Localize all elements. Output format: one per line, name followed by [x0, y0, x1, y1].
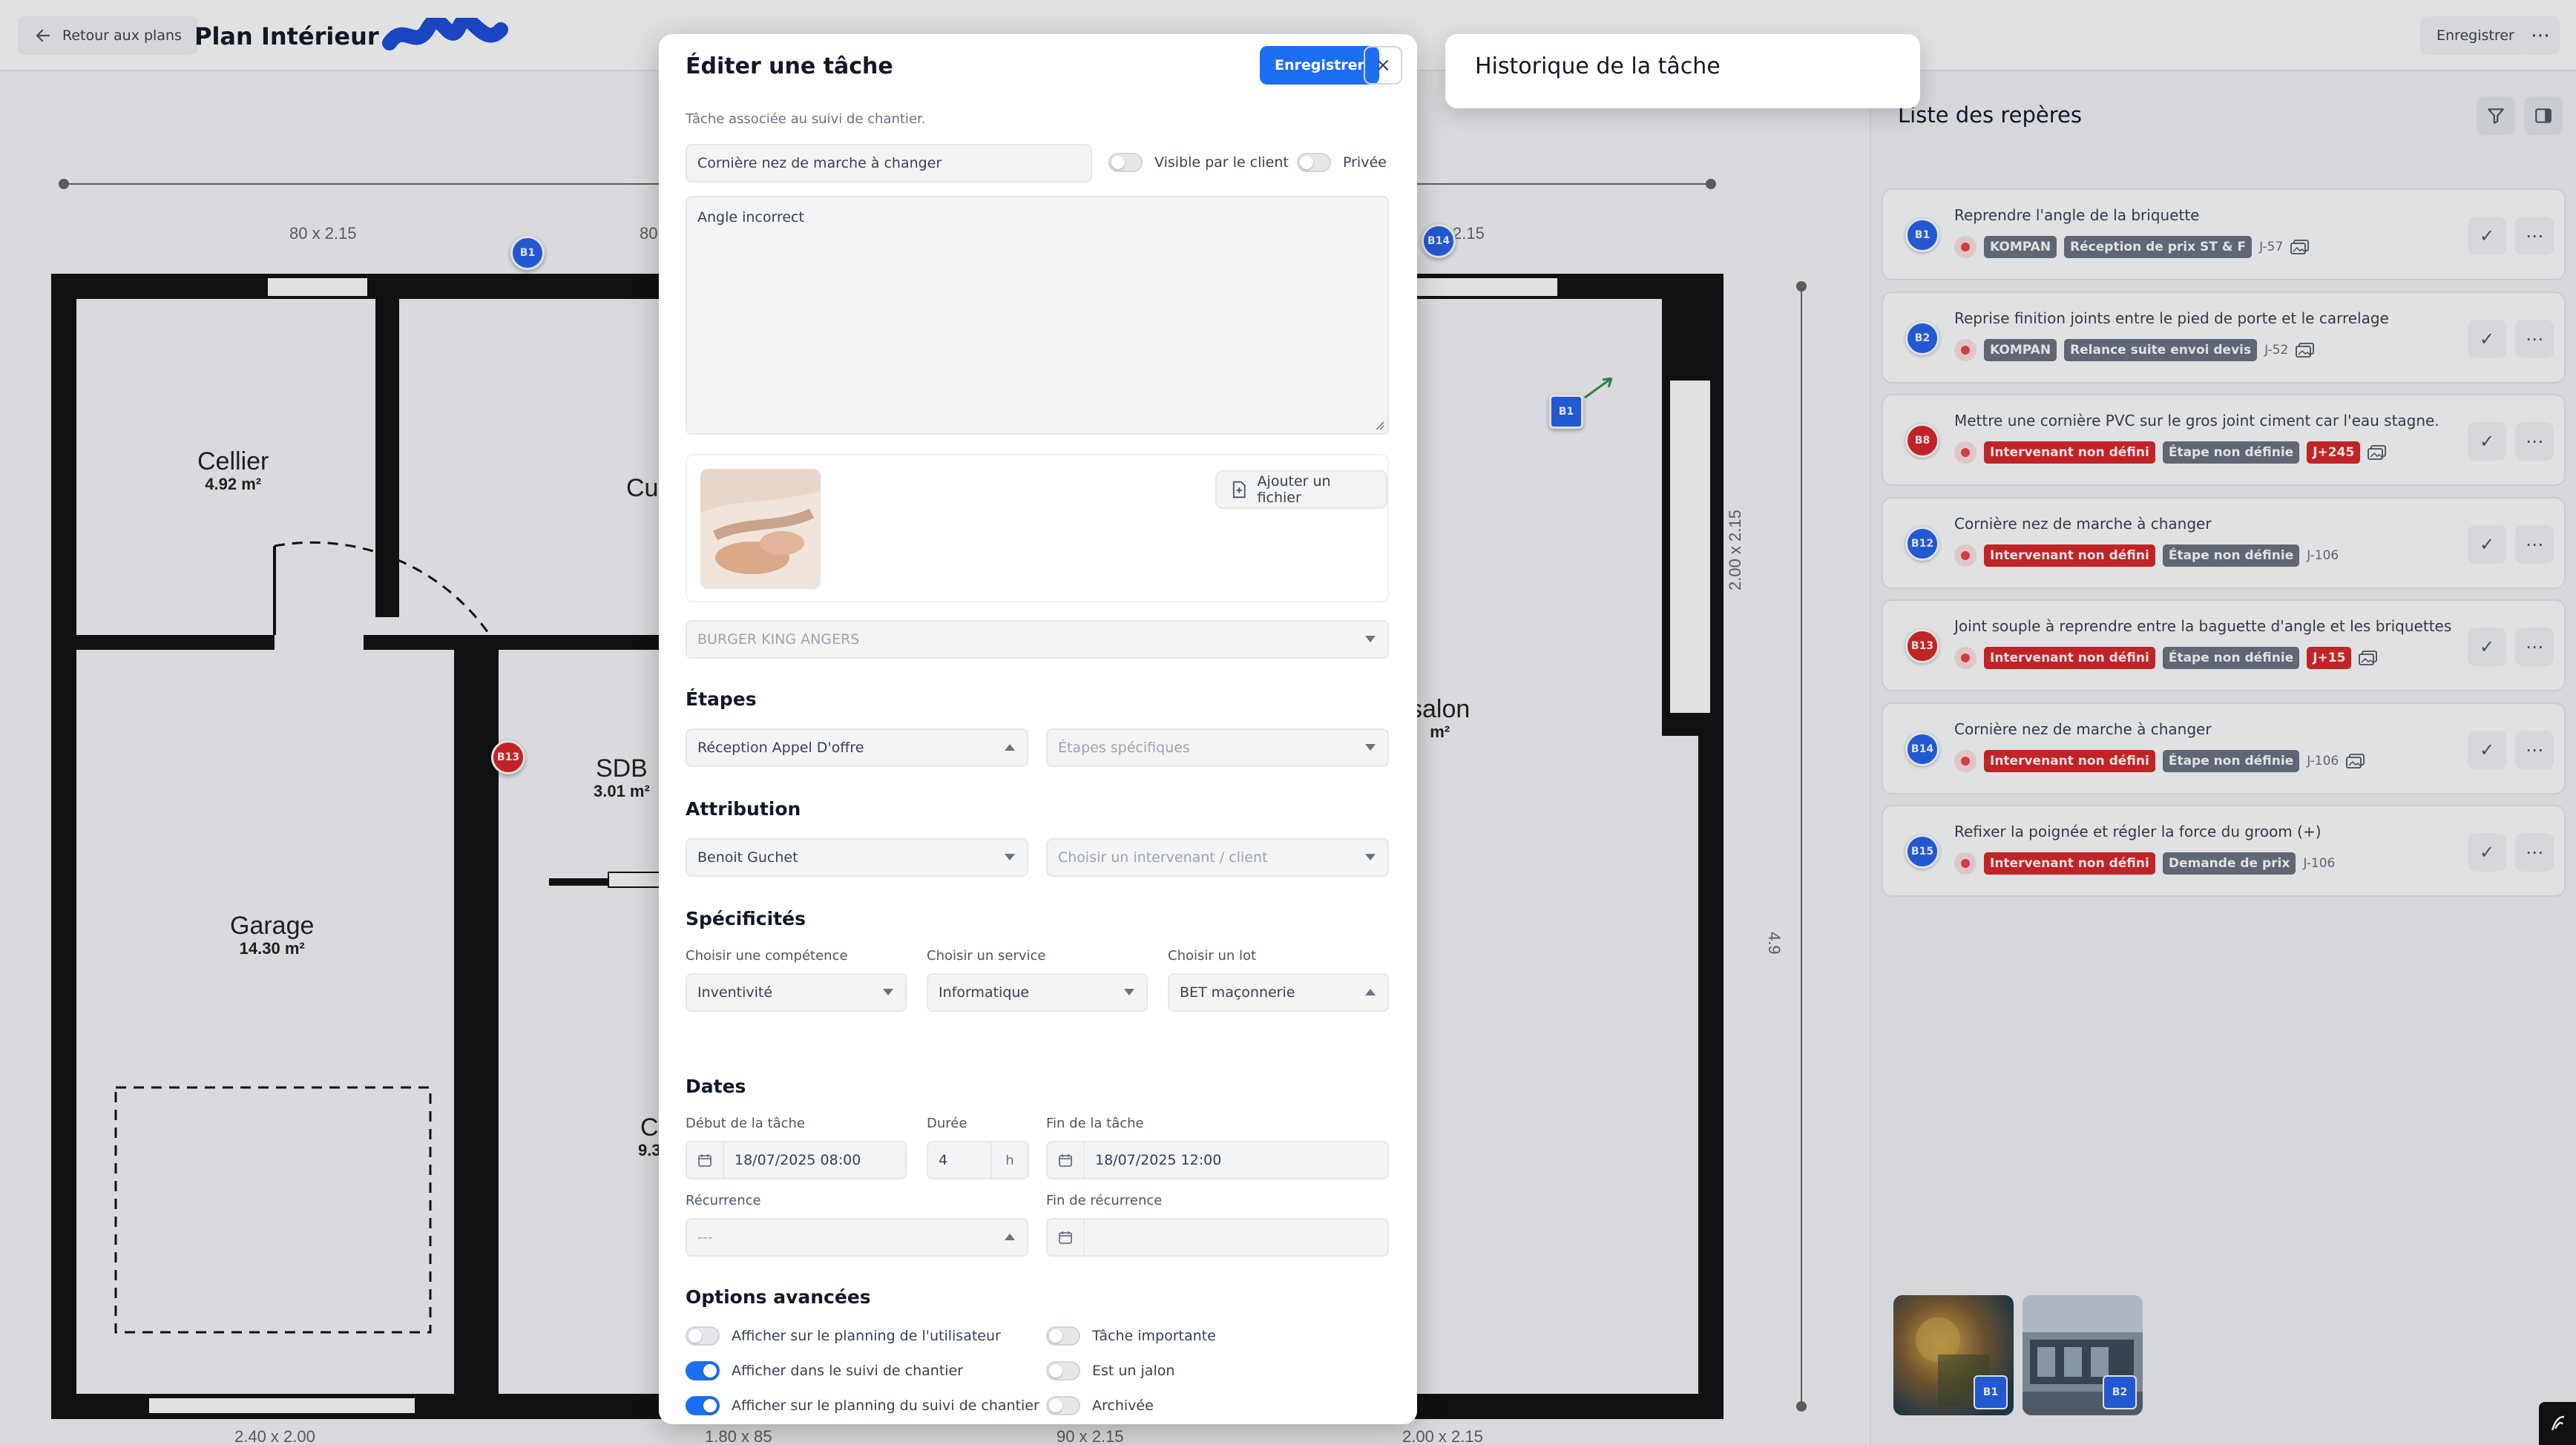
add-file-label: Ajouter un fichier: [1257, 473, 1331, 506]
advanced-option-toggle[interactable]: Afficher dans le suivi de chantier: [686, 1361, 963, 1380]
modal-subtitle: Tâche associée au suivi de chantier.: [686, 111, 926, 127]
calendar-icon: [687, 1142, 724, 1178]
chevron-up-icon: [1365, 989, 1376, 995]
visible-client-label: Visible par le client: [1154, 154, 1289, 171]
duration-input[interactable]: 4 h: [927, 1141, 1029, 1179]
toggle-switch[interactable]: [1108, 153, 1143, 172]
attachment-image: [700, 469, 821, 589]
chevron-down-icon: [1365, 854, 1376, 860]
end-date-input[interactable]: 18/07/2025 12:00: [1046, 1141, 1389, 1179]
specific-etapes-select[interactable]: Étapes spécifiques: [1046, 728, 1389, 767]
modal-save-button[interactable]: Enregistrer: [1260, 46, 1379, 85]
etape-select[interactable]: Réception Appel D'offre: [686, 728, 1028, 767]
modal-title: Éditer une tâche: [686, 53, 893, 79]
task-name-input[interactable]: Cornière nez de marche à changer: [686, 144, 1092, 182]
lot-label: Choisir un lot: [1168, 948, 1257, 964]
chevron-down-icon: [1365, 744, 1376, 751]
start-date-label: Début de la tâche: [686, 1116, 805, 1131]
chevron-down-icon: [1124, 989, 1134, 995]
advanced-option-label: Afficher sur le planning de l'utilisateu…: [732, 1328, 1001, 1344]
competence-label: Choisir une compétence: [686, 948, 848, 964]
resize-grip-icon[interactable]: [1374, 420, 1384, 430]
description-text: Angle incorrect: [697, 209, 804, 226]
chevron-up-icon: [1005, 744, 1015, 751]
task-history-title: Historique de la tâche: [1475, 53, 1721, 79]
add-file-button[interactable]: Ajouter un fichier: [1215, 470, 1387, 509]
attachments-area: Ajouter un fichier: [686, 454, 1389, 602]
duration-unit: h: [990, 1142, 1028, 1178]
chevron-down-icon: [1005, 854, 1015, 860]
private-label: Privée: [1343, 154, 1387, 171]
service-label: Choisir un service: [927, 948, 1046, 964]
task-history-panel: Historique de la tâche: [1445, 34, 1920, 108]
calendar-icon: [1048, 1219, 1085, 1255]
toggle-switch[interactable]: [1046, 1361, 1080, 1380]
dates-section-title: Dates: [686, 1076, 746, 1097]
etapes-section-title: Étapes: [686, 688, 757, 710]
toggle-switch[interactable]: [1046, 1396, 1080, 1415]
recurrence-end-label: Fin de récurrence: [1046, 1193, 1163, 1208]
toggle-switch[interactable]: [1046, 1326, 1080, 1346]
duration-label: Durée: [927, 1116, 967, 1131]
calendar-icon: [1048, 1142, 1085, 1178]
competence-select[interactable]: Inventivité: [686, 973, 907, 1012]
recurrence-select[interactable]: ---: [686, 1218, 1028, 1257]
recurrence-end-input[interactable]: [1046, 1218, 1389, 1257]
recurrence-label: Récurrence: [686, 1193, 761, 1208]
advanced-options-title: Options avancées: [686, 1286, 871, 1308]
toggle-switch[interactable]: [686, 1396, 720, 1415]
end-date-label: Fin de la tâche: [1046, 1116, 1144, 1131]
project-select[interactable]: BURGER KING ANGERS: [686, 620, 1389, 659]
advanced-option-label: Archivée: [1092, 1398, 1154, 1414]
advanced-option-label: Est un jalon: [1092, 1363, 1175, 1379]
toggle-switch[interactable]: [686, 1361, 720, 1380]
edit-task-modal: Éditer une tâche Enregistrer × Tâche ass…: [659, 34, 1417, 1424]
intervenant-select[interactable]: Choisir un intervenant / client: [1046, 838, 1389, 877]
toggle-switch[interactable]: [1297, 153, 1331, 172]
lot-select[interactable]: BET maçonnerie: [1168, 973, 1389, 1012]
attribution-section-title: Attribution: [686, 798, 801, 820]
close-icon: ×: [1375, 54, 1391, 76]
specificites-section-title: Spécificités: [686, 908, 806, 929]
start-date-input[interactable]: 18/07/2025 08:00: [686, 1141, 907, 1179]
advanced-option-label: Tâche importante: [1092, 1328, 1216, 1344]
advanced-option-toggle[interactable]: Est un jalon: [1046, 1361, 1174, 1380]
advanced-option-toggle[interactable]: Afficher sur le planning du suivi de cha…: [686, 1396, 1039, 1415]
chevron-up-icon: [1005, 1234, 1015, 1240]
chevron-down-icon: [1365, 636, 1376, 642]
advanced-option-toggle[interactable]: Afficher sur le planning de l'utilisateu…: [686, 1326, 1001, 1346]
private-toggle[interactable]: Privée: [1297, 153, 1387, 172]
description-textarea[interactable]: Angle incorrect: [686, 196, 1389, 435]
advanced-option-toggle[interactable]: Archivée: [1046, 1396, 1154, 1415]
attachment-thumbnail[interactable]: [700, 469, 821, 589]
toggle-switch[interactable]: [686, 1326, 720, 1346]
assignee-select[interactable]: Benoit Guchet: [686, 838, 1028, 877]
chevron-down-icon: [883, 989, 893, 995]
file-plus-icon: [1232, 481, 1246, 498]
advanced-option-label: Afficher dans le suivi de chantier: [732, 1363, 964, 1379]
visible-client-toggle[interactable]: Visible par le client: [1108, 153, 1289, 172]
advanced-option-toggle[interactable]: Tâche importante: [1046, 1326, 1216, 1346]
close-button[interactable]: ×: [1364, 46, 1402, 85]
advanced-option-label: Afficher sur le planning du suivi de cha…: [732, 1398, 1039, 1414]
service-select[interactable]: Informatique: [927, 973, 1148, 1012]
